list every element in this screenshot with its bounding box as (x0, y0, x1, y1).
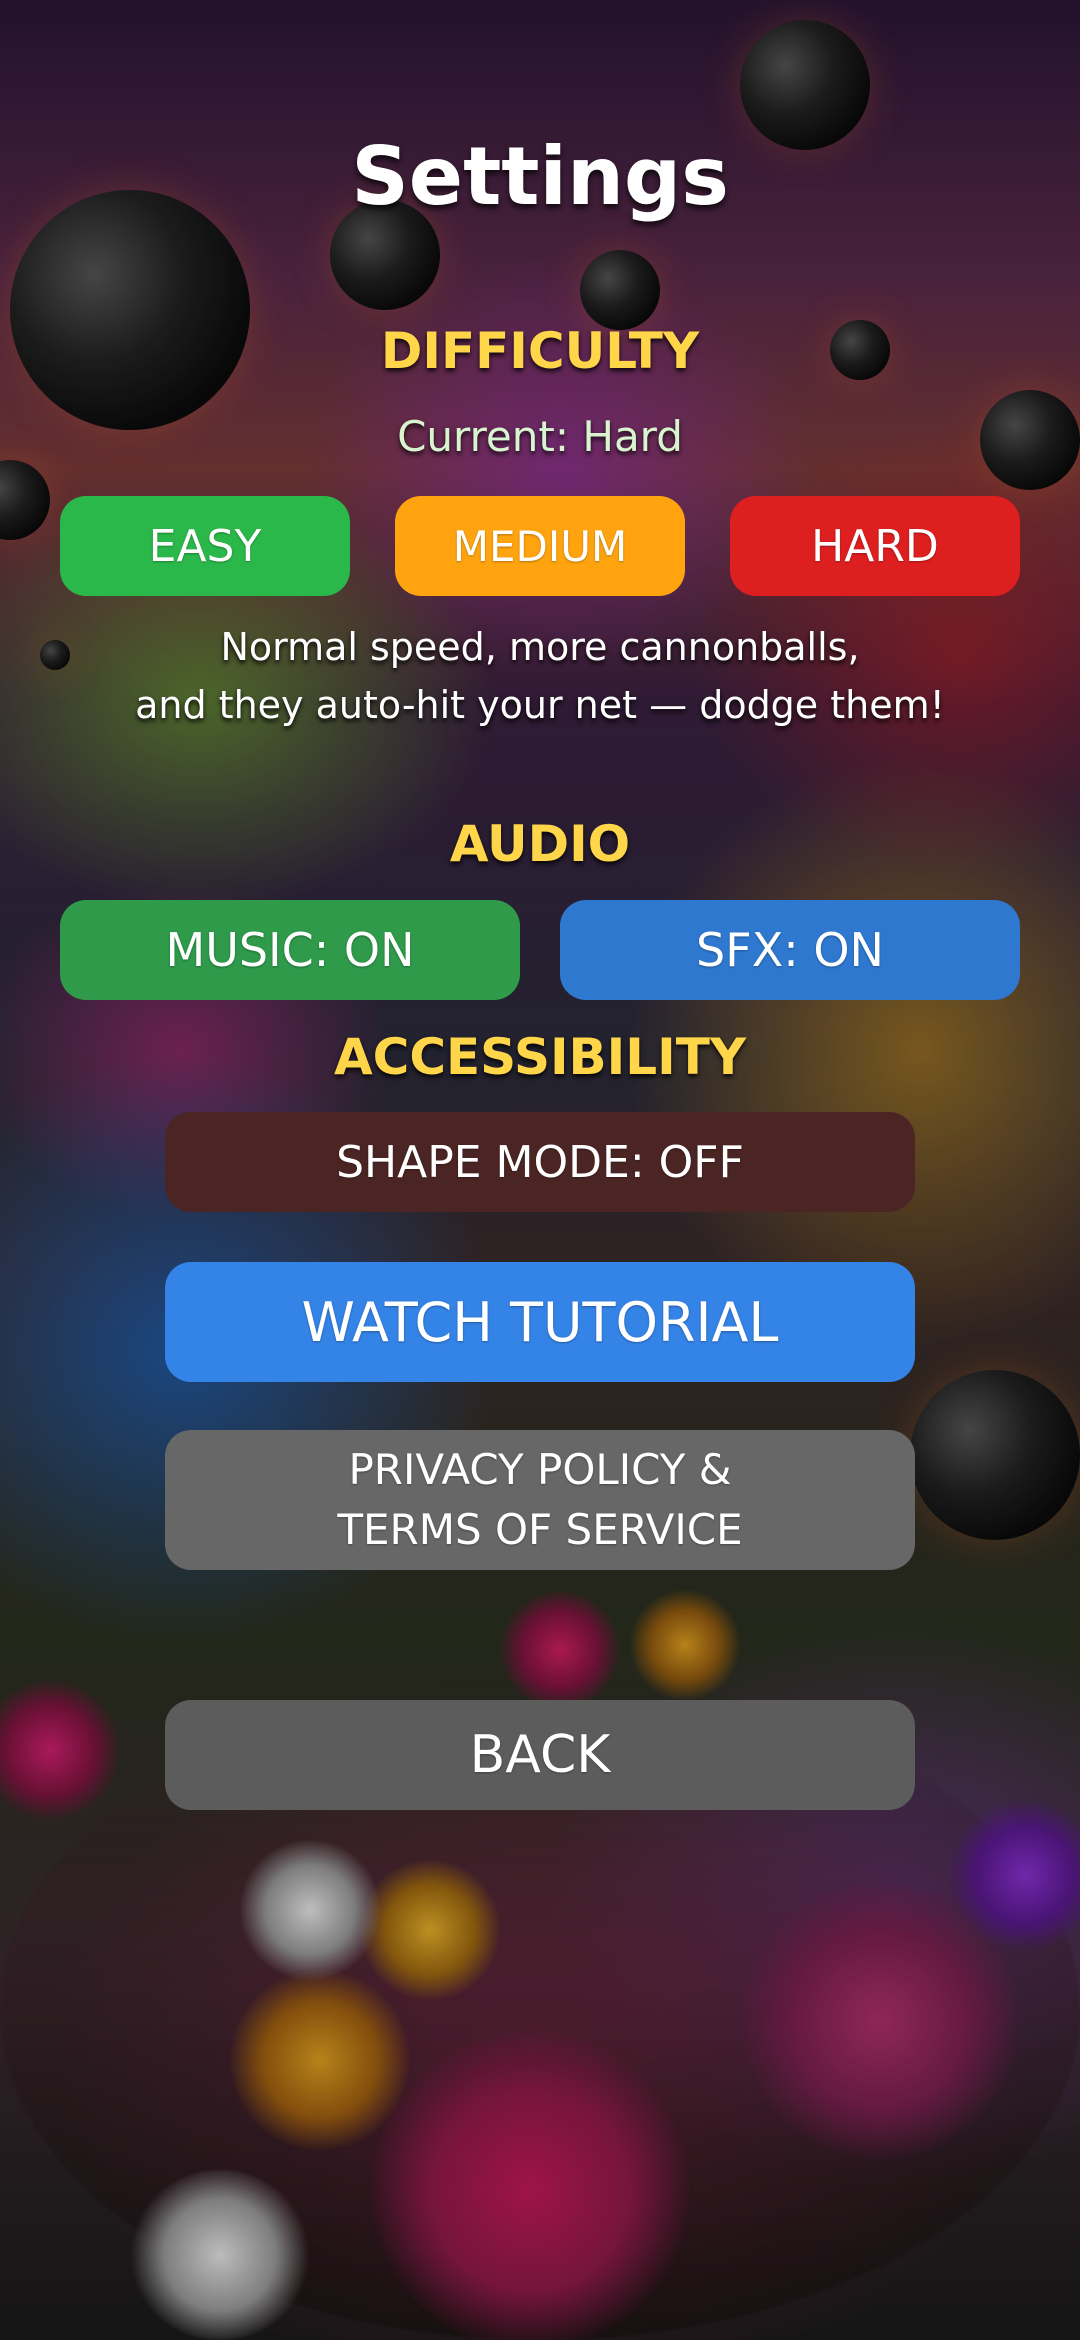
watch-tutorial-label: WATCH TUTORIAL (301, 1290, 779, 1354)
accessibility-heading: ACCESSIBILITY (333, 1028, 747, 1086)
privacy-terms-button[interactable]: PRIVACY POLICY & TERMS OF SERVICE (165, 1430, 915, 1570)
easy-button-label: EASY (148, 520, 262, 572)
page-title: Settings (351, 130, 729, 223)
difficulty-description: Normal speed, more cannonballs, and they… (40, 618, 1040, 734)
difficulty-heading: DIFFICULTY (380, 322, 700, 380)
music-toggle-label: MUSIC: ON (165, 923, 415, 977)
watch-tutorial-button[interactable]: WATCH TUTORIAL (165, 1262, 915, 1382)
audio-heading: AUDIO (449, 815, 631, 873)
difficulty-description-line-2: and they auto-hit your net — dodge them! (135, 683, 945, 727)
settings-panel: Settings DIFFICULTY Current: Hard EASY M… (0, 0, 1080, 2340)
hard-button[interactable]: HARD (730, 496, 1020, 596)
medium-button-label: MEDIUM (452, 521, 628, 571)
privacy-label-line-1: PRIVACY POLICY & (348, 1445, 732, 1494)
hard-button-label: HARD (811, 520, 939, 572)
shape-mode-label: SHAPE MODE: OFF (336, 1136, 744, 1188)
sfx-toggle-label: SFX: ON (696, 923, 884, 977)
music-toggle-button[interactable]: MUSIC: ON (60, 900, 520, 1000)
current-difficulty-label: Current: Hard (397, 412, 683, 461)
privacy-label-line-2: TERMS OF SERVICE (337, 1505, 743, 1554)
easy-button[interactable]: EASY (60, 496, 350, 596)
shape-mode-toggle-button[interactable]: SHAPE MODE: OFF (165, 1112, 915, 1212)
difficulty-description-line-1: Normal speed, more cannonballs, (220, 625, 860, 669)
settings-screen: Settings DIFFICULTY Current: Hard EASY M… (0, 0, 1080, 2340)
back-button[interactable]: BACK (165, 1700, 915, 1810)
sfx-toggle-button[interactable]: SFX: ON (560, 900, 1020, 1000)
medium-button[interactable]: MEDIUM (395, 496, 685, 596)
back-button-label: BACK (469, 1725, 611, 1785)
